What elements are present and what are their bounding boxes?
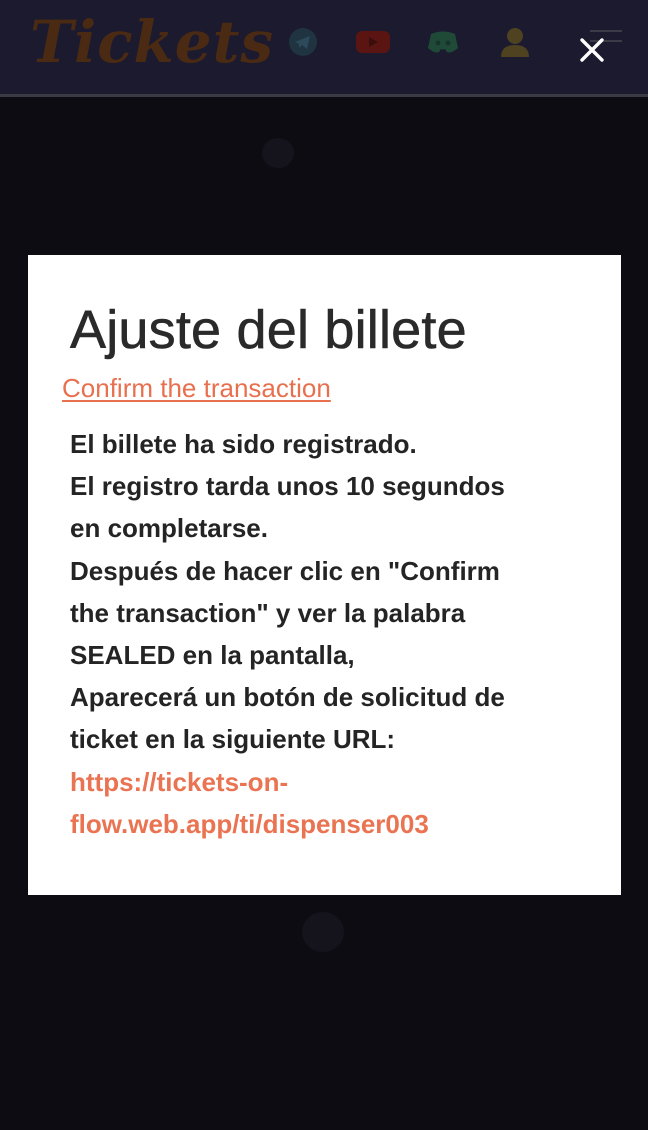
message-line: en completarse.: [70, 513, 268, 544]
ticket-adjustment-modal: Ajuste del billete Confirm the transacti…: [28, 255, 621, 895]
message-line: ticket en la siguiente URL:: [70, 724, 396, 755]
message-line: the transaction" y ver la palabra: [70, 597, 466, 628]
message-line: El billete ha sido registrado.: [70, 429, 417, 459]
discord-icon[interactable]: [425, 26, 461, 58]
dispenser-url-link[interactable]: https://tickets-on-: [70, 761, 570, 803]
dispenser-url-link[interactable]: flow.web.app/ti/dispenser003: [70, 803, 570, 845]
message-line: SEALED en la pantalla,: [70, 640, 355, 671]
modal-title: Ajuste del billete: [70, 300, 467, 361]
page: Tickets Ajuste del billete Confirm the t…: [0, 0, 648, 1130]
telegram-icon[interactable]: [285, 26, 321, 58]
message-line: Aparecerá un botón de solicitud de: [70, 682, 505, 713]
user-icon[interactable]: [497, 26, 533, 58]
registration-message: El billete ha sido registrado. El regist…: [70, 423, 570, 845]
background-decoration: [262, 138, 294, 168]
site-header: Tickets: [0, 0, 648, 97]
background-decoration: [302, 912, 344, 952]
close-icon[interactable]: [572, 30, 612, 70]
youtube-icon[interactable]: [355, 26, 391, 58]
message-line: Después de hacer clic en "Confirm: [70, 555, 500, 586]
site-logo[interactable]: Tickets: [30, 6, 274, 78]
confirm-transaction-link[interactable]: Confirm the transaction: [62, 373, 331, 404]
message-line: El registro tarda unos 10 segundos: [70, 471, 505, 502]
